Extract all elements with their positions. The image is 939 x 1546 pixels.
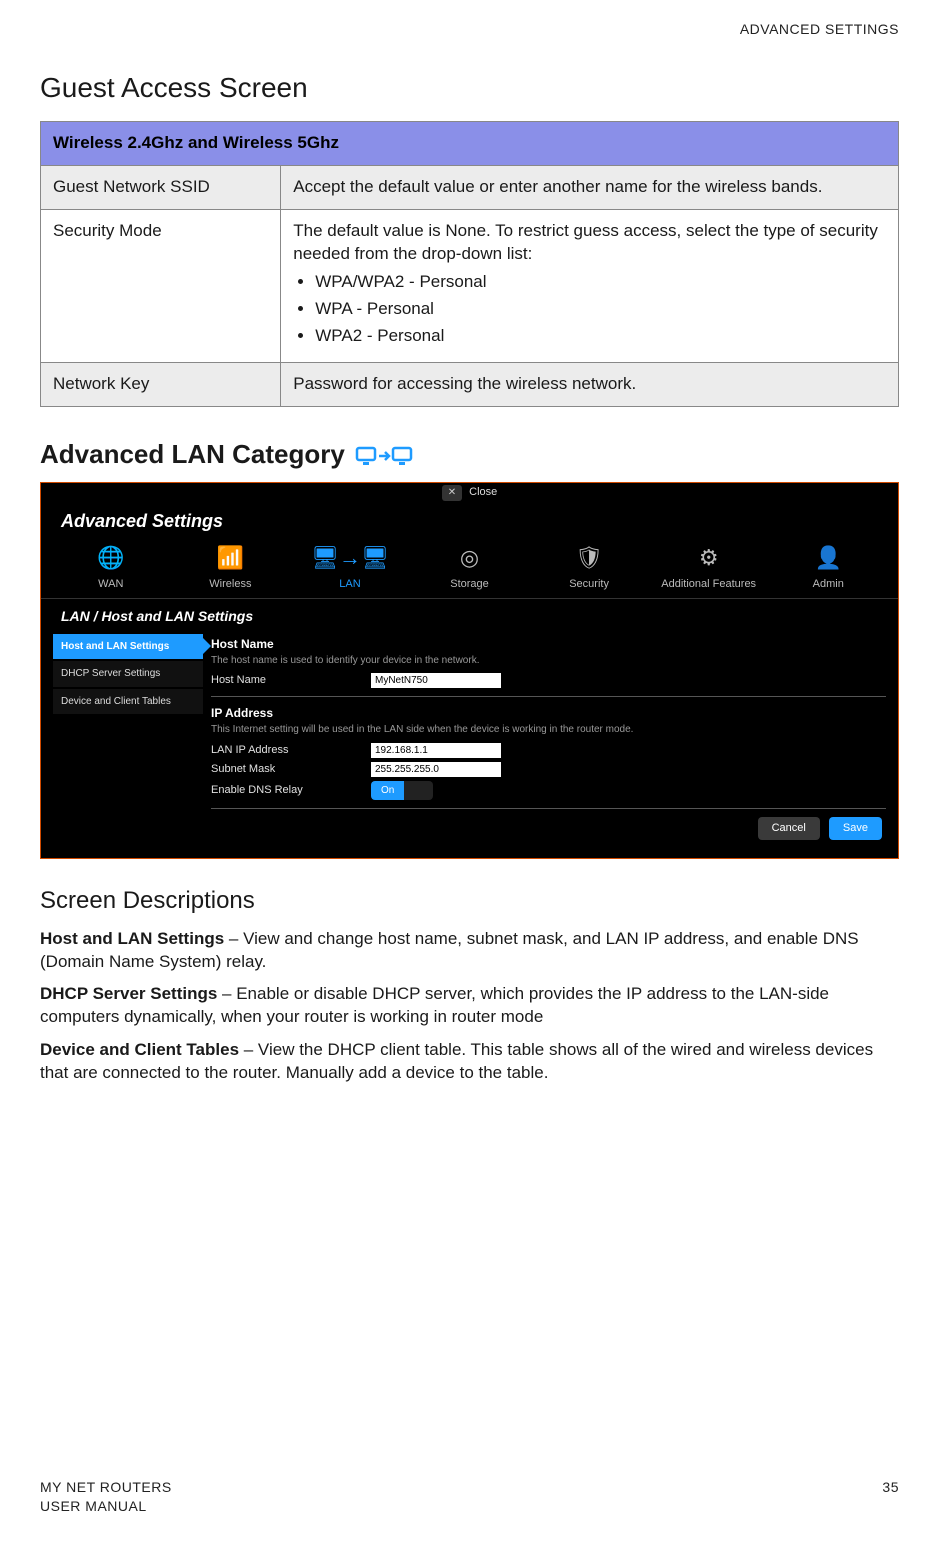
tab-additional[interactable]: ⚙ Additional Features (649, 543, 769, 592)
lanip-input[interactable] (371, 743, 501, 758)
hostname-section-title: Host Name (211, 636, 886, 652)
close-bar: ✕ Close (41, 483, 898, 503)
desc-title: Host and LAN Settings (40, 929, 224, 948)
globe-icon: 🌐 (51, 543, 171, 573)
screen-descriptions-heading: Screen Descriptions (40, 885, 899, 917)
subnet-input[interactable] (371, 762, 501, 777)
settings-main: Host Name The host name is used to ident… (211, 634, 886, 841)
tab-label: Additional Features (661, 578, 756, 590)
sidebar-item-device-tables[interactable]: Device and Client Tables (53, 689, 203, 715)
header-section-label: ADVANCED SETTINGS (40, 20, 899, 39)
router-ui-screenshot: ✕ Close Advanced Settings 🌐 WAN 📶 Wireless… (40, 482, 899, 859)
sidebar: Host and LAN Settings DHCP Server Settin… (53, 634, 203, 841)
list-item: WPA2 - Personal (315, 325, 886, 348)
desc-title: DHCP Server Settings (40, 984, 217, 1003)
advanced-lan-heading: Advanced LAN Category (40, 437, 899, 472)
row-label: Guest Network SSID (41, 165, 281, 209)
ip-section-title: IP Address (211, 705, 886, 721)
tab-wireless[interactable]: 📶 Wireless (171, 543, 291, 592)
user-icon: 👤 (768, 543, 888, 573)
row-desc: The default value is None. To restrict g… (281, 209, 899, 363)
list-item: WPA - Personal (315, 298, 886, 321)
desc-item: DHCP Server Settings – Enable or disable… (40, 983, 899, 1029)
desc-item: Host and LAN Settings – View and change … (40, 928, 899, 974)
footer-left-2: USER MANUAL (40, 1497, 172, 1516)
nav-tabs: 🌐 WAN 📶 Wireless 🖥→🖥 LAN ◎ Storage 🛡 Security… (41, 537, 898, 599)
tab-label: Security (569, 578, 609, 590)
tab-admin[interactable]: 👤 Admin (768, 543, 888, 592)
table-row: Guest Network SSID Accept the default va… (41, 165, 899, 209)
tab-label: WAN (98, 578, 123, 590)
tab-label: LAN (339, 578, 360, 590)
dns-relay-label: Enable DNS Relay (211, 783, 371, 798)
screenshot-subheading: LAN / Host and LAN Settings (41, 599, 898, 634)
table-header: Wireless 2.4Ghz and Wireless 5Ghz (41, 121, 899, 165)
screen-descriptions: Host and LAN Settings – View and change … (40, 928, 899, 1086)
gear-icon: ⚙ (649, 543, 769, 573)
screenshot-title: Advanced Settings (41, 503, 898, 537)
desc-title: Device and Client Tables (40, 1040, 239, 1059)
guest-access-heading: Guest Access Screen (40, 69, 899, 107)
lan-transfer-icon (355, 437, 413, 472)
close-label[interactable]: Close (469, 486, 497, 498)
row-desc: Accept the default value or enter anothe… (281, 165, 899, 209)
tab-storage[interactable]: ◎ Storage (410, 543, 530, 592)
lan-icon: 🖥→🖥 (290, 543, 410, 573)
tab-lan[interactable]: 🖥→🖥 LAN (290, 543, 410, 592)
cancel-button[interactable]: Cancel (758, 817, 820, 840)
page-number: 35 (882, 1478, 899, 1516)
advanced-lan-heading-text: Advanced LAN Category (40, 437, 345, 472)
dns-relay-toggle[interactable]: On (371, 781, 433, 801)
subnet-label: Subnet Mask (211, 762, 371, 777)
tab-label: Admin (813, 578, 844, 590)
row-label: Security Mode (41, 209, 281, 363)
hostname-section-desc: The host name is used to identify your d… (211, 654, 886, 668)
close-icon[interactable]: ✕ (442, 485, 462, 501)
table-row: Security Mode The default value is None.… (41, 209, 899, 363)
page-footer: MY NET ROUTERS USER MANUAL 35 (40, 1478, 899, 1516)
toggle-off (404, 781, 432, 801)
list-item: WPA/WPA2 - Personal (315, 271, 886, 294)
tab-security[interactable]: 🛡 Security (529, 543, 649, 592)
sidebar-item-host-lan[interactable]: Host and LAN Settings (53, 634, 203, 660)
shield-icon: 🛡 (529, 543, 649, 573)
guest-access-table: Wireless 2.4Ghz and Wireless 5Ghz Guest … (40, 121, 899, 408)
security-mode-list: WPA/WPA2 - Personal WPA - Personal WPA2 … (293, 271, 886, 348)
hostname-label: Host Name (211, 673, 371, 688)
tab-label: Storage (450, 578, 489, 590)
tab-label: Wireless (209, 578, 251, 590)
sidebar-item-dhcp[interactable]: DHCP Server Settings (53, 661, 203, 687)
ip-section-desc: This Internet setting will be used in th… (211, 723, 886, 737)
row-desc: Password for accessing the wireless netw… (281, 363, 899, 407)
lanip-label: LAN IP Address (211, 743, 371, 758)
table-row: Network Key Password for accessing the w… (41, 363, 899, 407)
row-label: Network Key (41, 363, 281, 407)
footer-left-1: MY NET ROUTERS (40, 1478, 172, 1497)
row-desc-text: The default value is None. To restrict g… (293, 221, 878, 263)
divider (211, 808, 886, 809)
toggle-on: On (371, 781, 404, 801)
divider (211, 696, 886, 697)
hostname-input[interactable] (371, 673, 501, 688)
save-button[interactable]: Save (829, 817, 882, 840)
wifi-icon: 📶 (171, 543, 291, 573)
tab-wan[interactable]: 🌐 WAN (51, 543, 171, 592)
desc-item: Device and Client Tables – View the DHCP… (40, 1039, 899, 1085)
disc-icon: ◎ (410, 543, 530, 573)
